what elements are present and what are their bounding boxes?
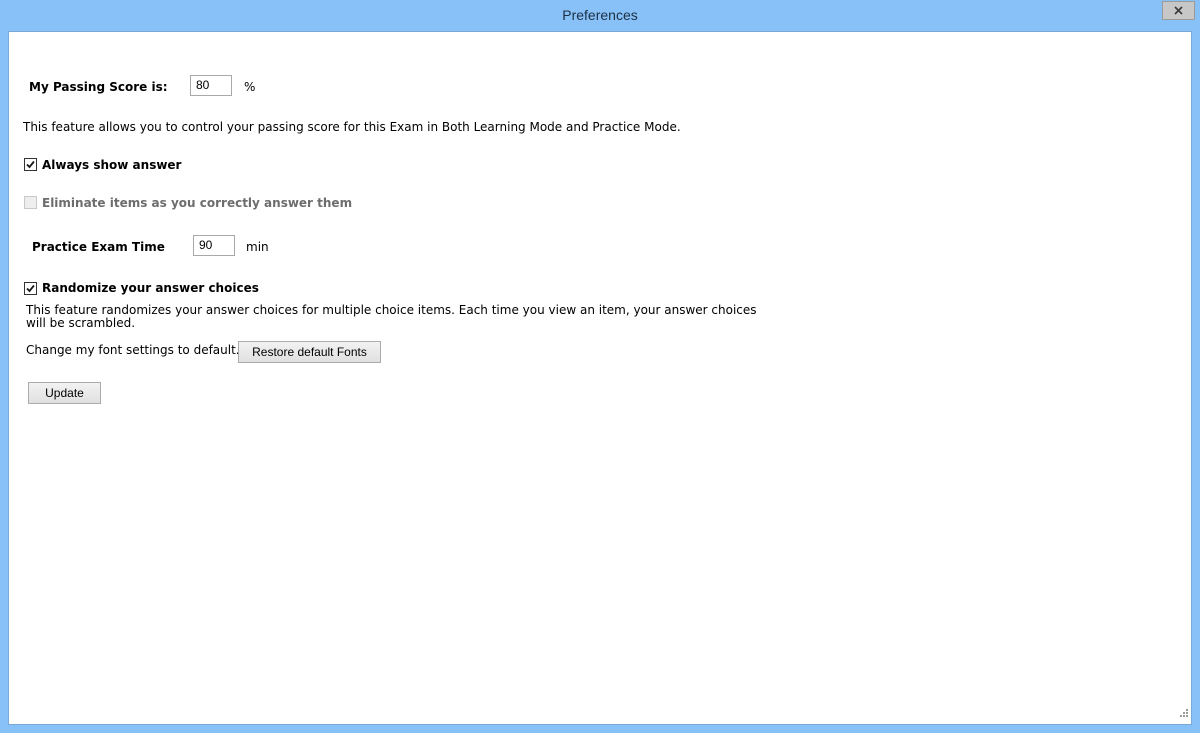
title-bar[interactable]: Preferences xyxy=(0,0,1200,31)
close-button[interactable] xyxy=(1162,1,1195,20)
checkmark-icon xyxy=(26,160,35,169)
practice-exam-time-input[interactable]: 90 xyxy=(193,235,235,256)
randomize-label[interactable]: Randomize your answer choices xyxy=(42,281,259,295)
randomize-description-line1: This feature randomizes your answer choi… xyxy=(26,303,757,317)
always-show-answer-checkbox[interactable] xyxy=(24,158,37,171)
passing-score-label: My Passing Score is: xyxy=(29,80,168,94)
window-title: Preferences xyxy=(562,7,638,23)
randomize-checkbox[interactable] xyxy=(24,282,37,295)
eliminate-items-checkbox[interactable] xyxy=(24,196,37,209)
font-settings-label: Change my font settings to default. xyxy=(26,343,240,357)
randomize-description-line2: will be scrambled. xyxy=(26,316,136,330)
checkmark-icon xyxy=(26,284,35,293)
practice-exam-time-unit: min xyxy=(246,240,269,254)
preferences-window: Preferences My Passing Score is: 80 % Th… xyxy=(0,0,1200,733)
practice-exam-time-label: Practice Exam Time xyxy=(32,240,165,254)
close-icon xyxy=(1174,6,1183,15)
update-button[interactable]: Update xyxy=(28,382,101,404)
passing-score-input[interactable]: 80 xyxy=(190,75,232,96)
passing-score-unit: % xyxy=(244,80,256,94)
restore-default-fonts-button[interactable]: Restore default Fonts xyxy=(238,341,381,363)
resize-grip-icon[interactable] xyxy=(1179,708,1189,718)
always-show-answer-label[interactable]: Always show answer xyxy=(42,158,181,172)
preferences-panel: My Passing Score is: 80 % This feature a… xyxy=(8,31,1192,725)
eliminate-items-label: Eliminate items as you correctly answer … xyxy=(42,196,353,210)
passing-score-description: This feature allows you to control your … xyxy=(23,120,681,134)
